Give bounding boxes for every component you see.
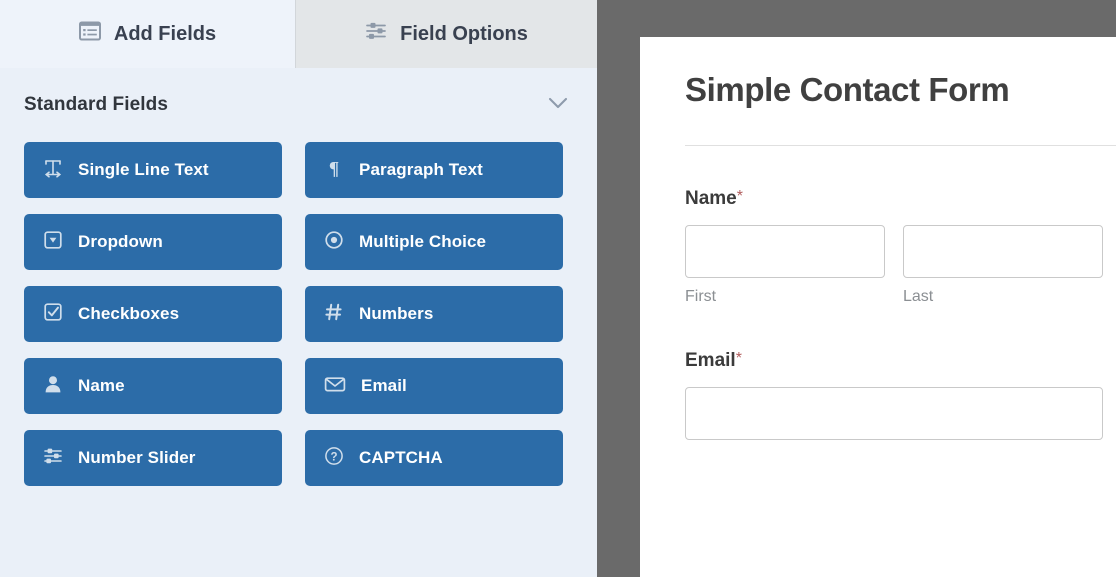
first-name-input[interactable] bbox=[685, 225, 885, 278]
field-label-name-text: Name bbox=[685, 188, 737, 209]
tab-add-fields[interactable]: Add Fields bbox=[0, 0, 295, 68]
field-button-name[interactable]: Name bbox=[24, 358, 282, 414]
form-preview-card: Simple Contact Form Name* First Last Ema… bbox=[640, 37, 1116, 577]
last-name-input[interactable] bbox=[903, 225, 1103, 278]
field-button-label: Name bbox=[78, 376, 125, 395]
form-list-icon bbox=[78, 21, 101, 47]
field-button-single-line-text[interactable]: Single Line Text bbox=[24, 142, 282, 198]
sliders-icon bbox=[365, 21, 387, 47]
field-button-paragraph-text[interactable]: ¶ Paragraph Text bbox=[305, 142, 563, 198]
field-button-email[interactable]: Email bbox=[305, 358, 563, 414]
sliders-icon bbox=[43, 446, 63, 471]
field-button-dropdown[interactable]: Dropdown bbox=[24, 214, 282, 270]
field-button-label: Email bbox=[361, 376, 407, 395]
preview-field-email[interactable]: Email* bbox=[685, 350, 1116, 440]
standard-fields-section-header[interactable]: Standard Fields bbox=[0, 68, 597, 142]
field-button-multiple-choice[interactable]: Multiple Choice bbox=[305, 214, 563, 270]
svg-text:?: ? bbox=[330, 451, 337, 463]
required-indicator: * bbox=[735, 350, 742, 367]
field-label-name: Name* bbox=[685, 188, 1116, 210]
name-last-column: Last bbox=[903, 225, 1103, 306]
last-name-sublabel: Last bbox=[903, 288, 934, 305]
field-button-numbers[interactable]: Numbers bbox=[305, 286, 563, 342]
field-button-label: Dropdown bbox=[78, 232, 163, 251]
field-button-label: Single Line Text bbox=[78, 160, 209, 179]
pilcrow-icon: ¶ bbox=[324, 158, 344, 183]
hash-icon bbox=[324, 302, 344, 327]
field-label-email: Email* bbox=[685, 350, 1116, 372]
field-button-label: Multiple Choice bbox=[359, 232, 487, 251]
field-label-email-text: Email bbox=[685, 350, 736, 371]
tab-field-options[interactable]: Field Options bbox=[295, 0, 597, 68]
question-circle-icon: ? bbox=[324, 446, 344, 471]
field-button-number-slider[interactable]: Number Slider bbox=[24, 430, 282, 486]
text-cursor-icon bbox=[43, 158, 63, 183]
field-button-grid: Single Line Text ¶ Paragraph Text Dropdo… bbox=[0, 142, 597, 486]
dropdown-icon bbox=[43, 230, 63, 255]
field-button-label: Number Slider bbox=[78, 448, 196, 467]
envelope-icon bbox=[324, 374, 346, 399]
field-button-label: Paragraph Text bbox=[359, 160, 483, 179]
first-name-sublabel: First bbox=[685, 288, 717, 305]
form-title: Simple Contact Form bbox=[685, 71, 1010, 108]
required-indicator: * bbox=[736, 188, 743, 205]
panel-tab-bar: Add Fields Field Options bbox=[0, 0, 597, 68]
tab-field-options-label: Field Options bbox=[400, 22, 528, 45]
name-input-row: First Last bbox=[685, 225, 1116, 306]
field-button-label: CAPTCHA bbox=[359, 448, 443, 467]
email-input[interactable] bbox=[685, 387, 1103, 440]
field-button-label: Numbers bbox=[359, 304, 434, 323]
preview-field-name[interactable]: Name* First Last bbox=[685, 188, 1116, 306]
form-title-divider bbox=[685, 145, 1116, 146]
field-button-label: Checkboxes bbox=[78, 304, 180, 323]
form-builder-panel: Add Fields Field Options Standard Fields bbox=[0, 0, 597, 577]
svg-text:¶: ¶ bbox=[329, 158, 339, 178]
checkbox-icon bbox=[43, 302, 63, 327]
radio-icon bbox=[324, 230, 344, 255]
tab-add-fields-label: Add Fields bbox=[113, 22, 217, 45]
user-icon bbox=[43, 374, 63, 399]
chevron-down-icon[interactable] bbox=[545, 95, 571, 116]
field-button-checkboxes[interactable]: Checkboxes bbox=[24, 286, 282, 342]
field-button-captcha[interactable]: ? CAPTCHA bbox=[305, 430, 563, 486]
name-first-column: First bbox=[685, 225, 885, 306]
standard-fields-title: Standard Fields bbox=[24, 94, 169, 115]
